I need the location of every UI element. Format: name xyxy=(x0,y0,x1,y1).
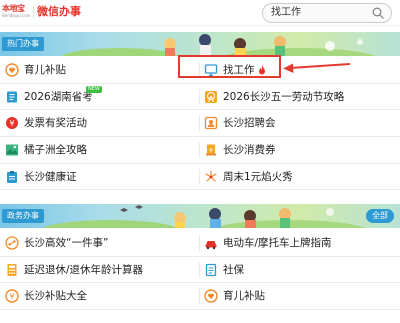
service-label: 发票有奖活动 xyxy=(24,117,87,130)
heart-coin-icon xyxy=(5,63,19,77)
car-icon xyxy=(205,241,217,250)
service-label: 长沙高效“一件事” xyxy=(24,237,109,249)
grid-row: 橘子洲全攻略 ¥ 长沙消费券 xyxy=(0,137,400,164)
service-label: 长沙补贴大全 xyxy=(24,290,87,303)
service-item-job-fair[interactable]: 长沙招聘会 xyxy=(200,110,400,136)
coupon-icon: ¥ xyxy=(206,144,216,156)
service-label: 延迟退休/退休年龄计算器 xyxy=(24,263,144,276)
service-item-consumer-voucher[interactable]: ¥ 长沙消费券 xyxy=(200,137,400,163)
service-label: 社保 xyxy=(223,263,244,276)
bendibao-logo[interactable]: 本地宝 Bendibao.com xyxy=(2,4,32,20)
service-label: 2026湖南省考 xyxy=(24,90,93,103)
grid-row: 长沙健康证 周末1元焰火秀 xyxy=(0,164,400,191)
search-input[interactable]: 找工作 xyxy=(262,3,392,23)
fireworks-icon xyxy=(205,170,217,182)
hot-services-banner: 热门办事 xyxy=(0,32,400,56)
hot-services-tab[interactable]: 热门办事 xyxy=(2,37,44,51)
grid-row: ¥ 长沙补贴大全 育儿补贴 xyxy=(0,283,400,311)
ferris-wheel-icon xyxy=(205,90,217,103)
service-label: 2026长沙五一劳动节攻略 xyxy=(223,90,345,103)
service-item-fireworks-show[interactable]: 周末1元焰火秀 xyxy=(200,164,400,190)
service-item-childcare-subsidy[interactable]: 育儿补贴 xyxy=(0,57,200,83)
site-name: 微信办事 xyxy=(37,5,81,18)
coin-icon: ¥ xyxy=(6,117,18,130)
service-item-vehicle-plate[interactable]: 电动车/摩托车上牌指南 xyxy=(200,230,400,256)
gov-services-banner: 政务办事 全部 xyxy=(0,204,400,228)
grid-row: 延迟退休/退休年龄计算器 社保 xyxy=(0,257,400,284)
header-divider xyxy=(33,6,34,18)
service-item-orange-isle[interactable]: 橘子洲全攻略 xyxy=(0,137,200,163)
service-label: 育儿补贴 xyxy=(223,290,265,303)
logo-subtext: Bendibao.com xyxy=(2,13,31,18)
heart-coin-icon xyxy=(204,289,218,304)
coin-icon: ¥ xyxy=(5,289,19,304)
search-value: 找工作 xyxy=(271,7,301,18)
grid-row: 2026湖南省考 NEW 2026长沙五一劳动节攻略 xyxy=(0,84,400,111)
service-label: 育儿补贴 xyxy=(24,64,66,76)
id-card-icon xyxy=(204,117,218,130)
link-icon xyxy=(5,236,19,250)
grid-row: 长沙高效“一件事” 电动车/摩托车上牌指南 xyxy=(0,230,400,257)
svg-text:¥: ¥ xyxy=(10,292,15,301)
service-label: 周末1元焰火秀 xyxy=(223,170,293,183)
clipboard-icon xyxy=(7,170,17,183)
banner-illustration xyxy=(42,205,366,228)
grid-row: ¥ 发票有奖活动 长沙招聘会 xyxy=(0,110,400,138)
gov-services-grid: 长沙高效“一件事” 电动车/摩托车上牌指南 延迟退休/退休年龄计算器 社保 ¥ … xyxy=(0,230,400,311)
book-icon xyxy=(7,91,17,103)
service-item-hunan-exam[interactable]: 2026湖南省考 NEW xyxy=(0,84,200,110)
service-item-health-cert[interactable]: 长沙健康证 xyxy=(0,164,200,190)
service-item-retirement-calc[interactable]: 延迟退休/退休年龄计算器 xyxy=(0,257,200,283)
landscape-icon xyxy=(6,144,18,156)
service-label: 橘子洲全攻略 xyxy=(24,144,87,157)
service-item-invoice-prize[interactable]: ¥ 发票有奖活动 xyxy=(0,110,200,136)
service-item-subsidy-list[interactable]: ¥ 长沙补贴大全 xyxy=(0,283,200,309)
service-label: 长沙健康证 xyxy=(24,170,77,183)
gov-services-tab[interactable]: 政务办事 xyxy=(2,209,44,223)
svg-text:¥: ¥ xyxy=(9,119,14,128)
service-item-childcare-subsidy-2[interactable]: 育儿补贴 xyxy=(200,283,400,309)
highlight-box xyxy=(178,55,281,78)
new-badge: NEW xyxy=(86,85,102,93)
calculator-icon xyxy=(7,263,17,276)
service-item-one-thing[interactable]: 长沙高效“一件事” xyxy=(0,230,200,256)
search-icon[interactable] xyxy=(372,7,384,19)
document-icon xyxy=(205,263,217,276)
view-all-button[interactable]: 全部 xyxy=(366,209,394,223)
service-item-may-day-guide[interactable]: 2026长沙五一劳动节攻略 xyxy=(200,84,400,110)
logo-text: 本地宝 xyxy=(2,4,25,13)
service-label: 长沙招聘会 xyxy=(223,117,276,130)
pointer-arrow-icon xyxy=(283,63,351,73)
service-label: 电动车/摩托车上牌指南 xyxy=(223,237,332,249)
service-label: 长沙消费券 xyxy=(223,144,276,157)
svg-text:¥: ¥ xyxy=(209,148,213,155)
service-item-social-security[interactable]: 社保 xyxy=(200,257,400,283)
top-header: 本地宝 Bendibao.com 微信办事 找工作 xyxy=(0,0,400,26)
banner-illustration xyxy=(61,34,376,56)
